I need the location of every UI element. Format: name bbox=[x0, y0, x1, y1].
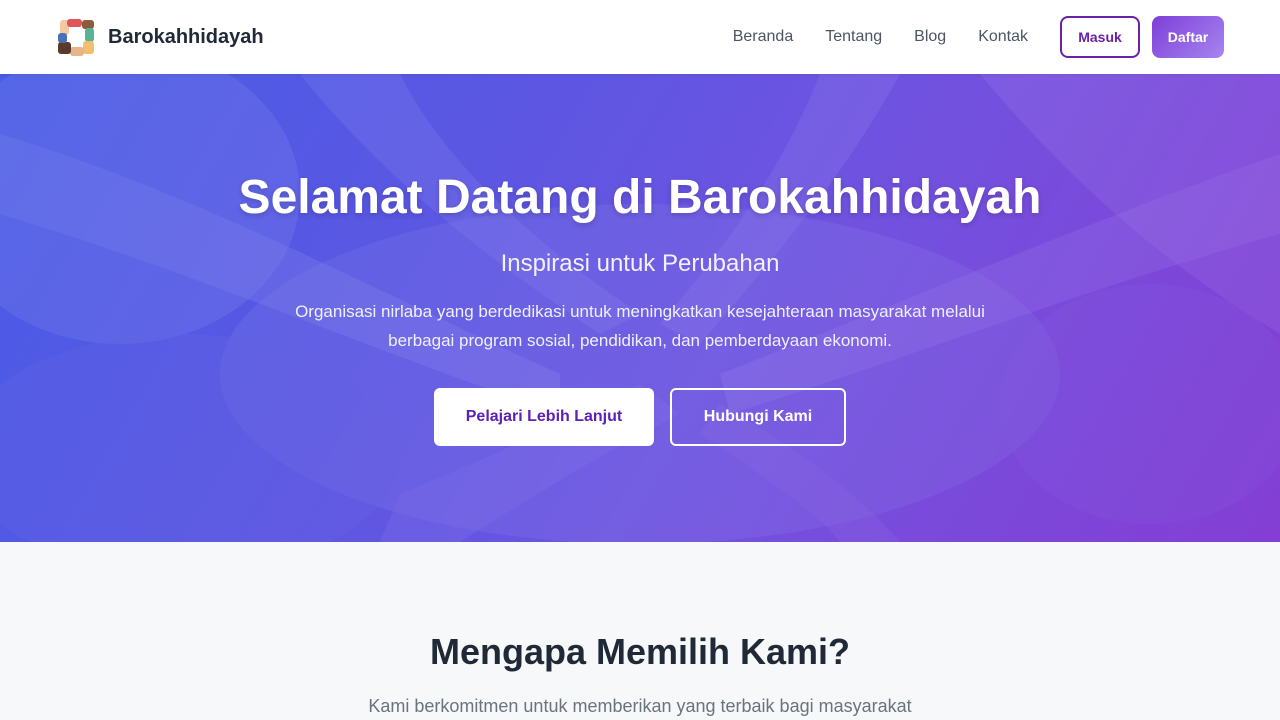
navbar: Barokahhidayah Beranda Tentang Blog Kont… bbox=[0, 0, 1280, 74]
hands-circle-logo-icon bbox=[56, 17, 96, 57]
register-button[interactable]: Daftar bbox=[1152, 16, 1224, 58]
hero-title: Selamat Datang di Barokahhidayah bbox=[238, 171, 1042, 224]
hero-description: Organisasi nirlaba yang berdedikasi untu… bbox=[295, 302, 985, 350]
nav-link-blog[interactable]: Blog bbox=[914, 28, 946, 46]
nav-link-beranda[interactable]: Beranda bbox=[733, 28, 794, 46]
brand-name: Barokahhidayah bbox=[108, 25, 264, 48]
hero-section: Selamat Datang di Barokahhidayah Inspira… bbox=[0, 74, 1280, 542]
learn-more-button[interactable]: Pelajari Lebih Lanjut bbox=[434, 388, 654, 446]
hero-subtitle: Inspirasi untuk Perubahan bbox=[500, 250, 780, 277]
brand-link[interactable]: Barokahhidayah bbox=[56, 17, 264, 57]
section-description: Kami berkomitmen untuk memberikan yang t… bbox=[368, 696, 912, 716]
nav-link-kontak[interactable]: Kontak bbox=[978, 28, 1028, 46]
hero-content: Selamat Datang di Barokahhidayah Inspira… bbox=[0, 74, 1280, 542]
main-nav: Beranda Tentang Blog Kontak bbox=[701, 0, 1028, 74]
why-choose-us-section: Mengapa Memilih Kami? Kami berkomitmen u… bbox=[0, 542, 1280, 720]
nav-link-tentang[interactable]: Tentang bbox=[825, 28, 882, 46]
login-button[interactable]: Masuk bbox=[1060, 16, 1140, 58]
section-title: Mengapa Memilih Kami? bbox=[429, 631, 851, 672]
contact-us-button[interactable]: Hubungi Kami bbox=[670, 388, 846, 446]
